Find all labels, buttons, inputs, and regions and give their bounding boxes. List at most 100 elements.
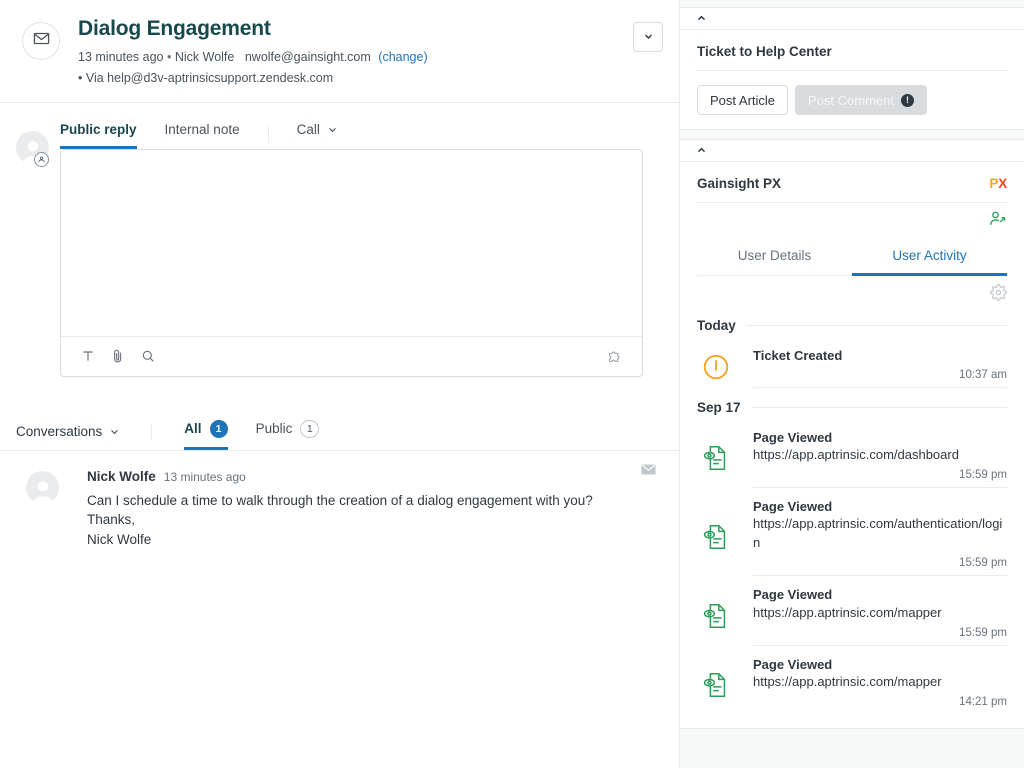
activity-main: Page Viewed https://app.aptrinsic.com/au… xyxy=(753,498,1007,576)
composer-channel-tabs: Public reply Internal note Call xyxy=(60,119,643,149)
px-logo-x: X xyxy=(998,176,1007,191)
activity-day-label: Today xyxy=(697,318,736,333)
envelope-icon xyxy=(640,465,657,482)
ticket-meta: 13 minutes ago • Nick Wolfe nwolfe@gains… xyxy=(78,48,633,67)
activity-title: Page Viewed xyxy=(753,498,1007,516)
search-icon[interactable] xyxy=(133,341,163,371)
px-actions-row xyxy=(697,203,1007,239)
activity-day-rule xyxy=(746,325,1007,326)
panel-card-gap xyxy=(680,130,1024,139)
activity-time: 15:59 pm xyxy=(753,627,1007,639)
gainsight-px-card-inner: Gainsight PX PX User De xyxy=(680,162,1024,728)
chevron-up-icon xyxy=(697,10,706,28)
gainsight-px-collapse-toggle[interactable] xyxy=(680,140,1024,162)
envelope-icon xyxy=(33,30,50,52)
help-center-card-title-row: Ticket to Help Center xyxy=(697,44,1007,71)
conversations-dropdown-label: Conversations xyxy=(16,424,102,439)
activity-main: Page Viewed https://app.aptrinsic.com/da… xyxy=(753,429,1007,488)
help-center-button-row: Post Article Post Comment ! xyxy=(697,85,1007,115)
apps-puzzle-icon[interactable] xyxy=(600,341,630,371)
tab-public-label: Public xyxy=(256,422,293,436)
ticket-requester: Nick Wolfe xyxy=(175,50,235,64)
change-requester-link[interactable]: (change) xyxy=(378,50,427,64)
tab-all-label: All xyxy=(184,422,201,436)
tab-call[interactable]: Call xyxy=(297,123,337,149)
activity-row: Page Viewed https://app.aptrinsic.com/ma… xyxy=(697,576,1007,645)
comment-timestamp: 13 minutes ago xyxy=(164,470,246,484)
composer-main: Public reply Internal note Call xyxy=(60,119,643,377)
composer-avatar-wrap xyxy=(16,131,60,377)
ticket-header: Dialog Engagement 13 minutes ago • Nick … xyxy=(0,0,679,103)
gear-icon[interactable] xyxy=(990,284,1007,306)
page-viewed-icon xyxy=(697,498,753,576)
chevron-down-icon xyxy=(328,123,337,137)
page-viewed-icon xyxy=(697,429,753,488)
text-format-icon[interactable] xyxy=(73,341,103,371)
tab-public-count: 1 xyxy=(300,420,319,438)
reply-input[interactable] xyxy=(61,150,642,336)
post-article-label: Post Article xyxy=(710,93,775,108)
activity-main: Page Viewed https://app.aptrinsic.com/ma… xyxy=(753,586,1007,645)
activity-time: 15:59 pm xyxy=(753,469,1007,481)
px-settings-row xyxy=(697,276,1007,312)
apps-panel-scroll[interactable]: Ticket to Help Center Post Article Post … xyxy=(680,0,1024,768)
ticket-pane: Dialog Engagement 13 minutes ago • Nick … xyxy=(0,0,680,768)
post-comment-button: Post Comment ! xyxy=(795,85,927,115)
activity-time: 14:21 pm xyxy=(753,696,1007,708)
reply-editor-box xyxy=(60,149,643,377)
zendesk-agent-workspace: Dialog Engagement 13 minutes ago • Nick … xyxy=(0,0,1024,768)
activity-time: 10:37 am xyxy=(753,369,1007,381)
activity-row: Page Viewed https://app.aptrinsic.com/ma… xyxy=(697,646,1007,714)
activity-url: https://app.aptrinsic.com/mapper xyxy=(753,604,1007,623)
activity-main: Ticket Created 10:37 am xyxy=(753,347,1007,388)
ticket-requester-email: nwolfe@gainsight.com xyxy=(245,50,371,64)
tab-public-reply[interactable]: Public reply xyxy=(60,123,137,149)
comment-text-line-2: Thanks, xyxy=(87,510,663,530)
gainsight-px-title-row: Gainsight PX PX xyxy=(697,176,1007,203)
tab-user-details[interactable]: User Details xyxy=(697,239,852,276)
activity-row: Page Viewed https://app.aptrinsic.com/au… xyxy=(697,488,1007,576)
conversations-dropdown[interactable]: Conversations xyxy=(16,424,119,450)
conversation-bar-divider xyxy=(151,423,152,441)
comment-item: Nick Wolfe 13 minutes ago Can I schedule… xyxy=(0,451,679,550)
comment-channel-icon xyxy=(640,461,657,483)
reply-composer: Public reply Internal note Call xyxy=(0,103,679,377)
help-center-app-card: Ticket to Help Center Post Article Post … xyxy=(680,7,1024,130)
tab-internal-note[interactable]: Internal note xyxy=(165,123,240,149)
tab-all-count: 1 xyxy=(210,420,228,438)
activity-url: https://app.aptrinsic.com/dashboard xyxy=(753,446,1007,465)
activity-url: https://app.aptrinsic.com/authentication… xyxy=(753,515,1007,553)
post-article-button[interactable]: Post Article xyxy=(697,85,788,115)
comment-body: Nick Wolfe 13 minutes ago Can I schedule… xyxy=(87,469,663,550)
tab-user-activity[interactable]: User Activity xyxy=(852,239,1007,276)
activity-title: Ticket Created xyxy=(753,347,1007,365)
page-viewed-icon xyxy=(697,586,753,645)
chevron-down-icon xyxy=(644,28,653,46)
ticket-time-ago: 13 minutes ago xyxy=(78,50,163,64)
page-viewed-icon xyxy=(697,656,753,714)
warning-icon: ! xyxy=(901,94,914,107)
composer-tab-divider xyxy=(268,126,269,143)
comment-author: Nick Wolfe xyxy=(87,469,156,484)
activity-day-rule xyxy=(751,407,1007,408)
help-center-collapse-toggle[interactable] xyxy=(680,8,1024,30)
activity-title: Page Viewed xyxy=(753,429,1007,447)
activity-time: 15:59 pm xyxy=(753,557,1007,569)
ticket-via: • Via help@d3v-aptrinsicsupport.zendesk.… xyxy=(78,69,633,88)
user-invite-icon[interactable] xyxy=(988,209,1007,233)
person-icon xyxy=(37,155,46,164)
help-center-card-inner: Ticket to Help Center Post Article Post … xyxy=(680,30,1024,129)
page-title: Dialog Engagement xyxy=(78,16,633,42)
px-tabs: User Details User Activity xyxy=(697,239,1007,276)
tab-public[interactable]: Public 1 xyxy=(256,420,320,450)
person-silhouette-icon xyxy=(28,476,58,504)
tab-all[interactable]: All 1 xyxy=(184,420,227,450)
avatar xyxy=(26,471,59,504)
activity-day-label: Sep 17 xyxy=(697,400,741,415)
px-logo-p: P xyxy=(989,176,998,191)
activity-row: Ticket Created 10:37 am xyxy=(697,337,1007,388)
attachment-icon[interactable] xyxy=(103,341,133,371)
tab-call-label: Call xyxy=(297,123,320,137)
conversation-filter-bar: Conversations All 1 Public 1 xyxy=(0,409,679,451)
ticket-options-button[interactable] xyxy=(633,22,663,52)
